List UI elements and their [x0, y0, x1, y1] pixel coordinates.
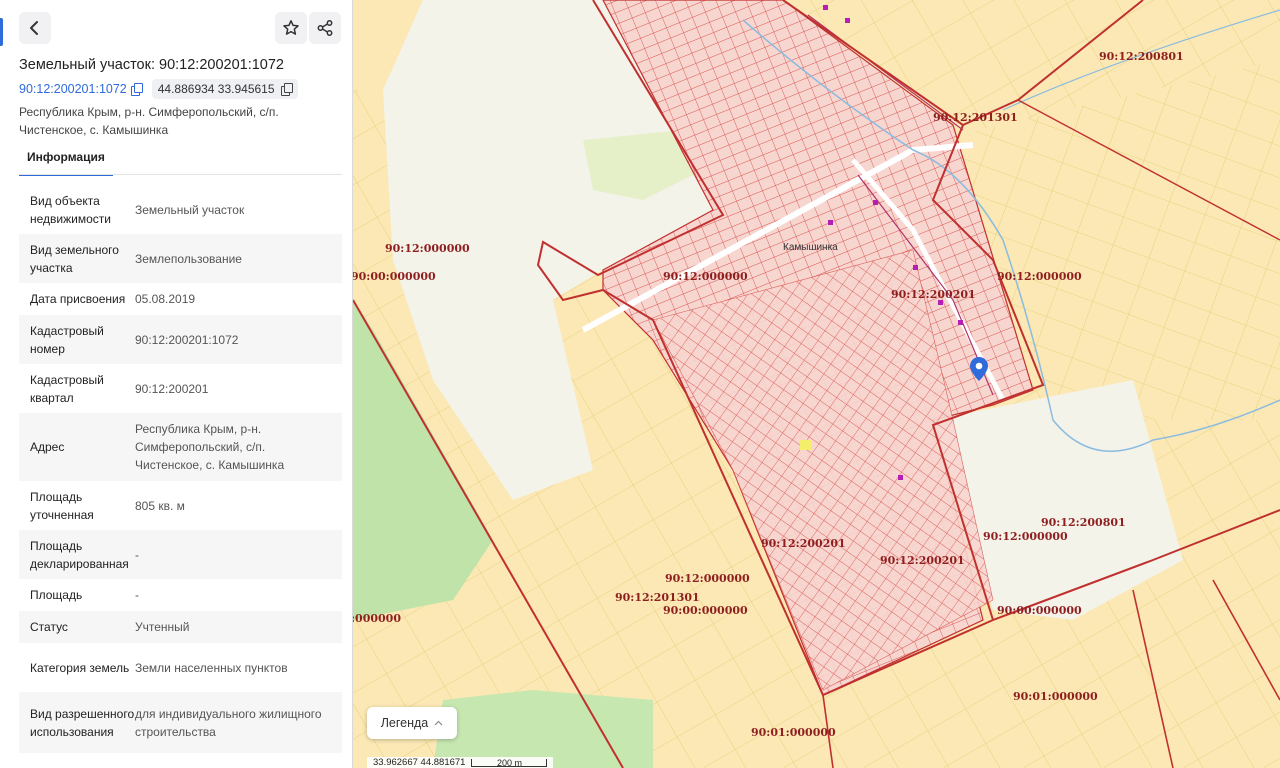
tab-divider [19, 174, 342, 175]
info-row: Кадастровый номер 90:12:200201:1072 [19, 315, 342, 364]
cadastral-quarter-label: 90:12:200201 [880, 554, 965, 567]
info-key: Площадь уточненная [30, 489, 94, 522]
cadastral-quarter-label: 90:12:200801 [1099, 50, 1184, 63]
cadastral-quarter-label: 90:12:000000 [665, 572, 750, 585]
info-key: Категория земель [30, 660, 130, 675]
cadastral-quarter-label: 90:12:201301 [933, 111, 1018, 124]
info-key: Кадастровый квартал [30, 372, 104, 405]
info-panel: Земельный участок: 90:12:200201:1072 90:… [0, 0, 353, 768]
info-value: - [135, 588, 139, 602]
star-icon [283, 20, 299, 35]
info-row: Площадь декларированная - [19, 530, 342, 579]
info-value: - [135, 547, 139, 562]
map-canvas[interactable] [353, 0, 1280, 768]
info-value: Землепользование [135, 251, 242, 266]
info-key: Площадь [30, 588, 83, 602]
cadastral-quarter-label: 90:00:000000 [997, 604, 1082, 617]
info-value: 90:12:200201:1072 [135, 332, 239, 347]
cadastral-quarter-label: 90:01:000000 [1013, 690, 1098, 703]
panel-topbar [0, 0, 352, 54]
info-key: Статус [30, 620, 68, 634]
legend-label: Легенда [380, 716, 429, 730]
info-value: Республика Крым, р-н. Симферопольский, с… [135, 422, 285, 472]
copy-icon[interactable] [280, 82, 293, 96]
info-row: Вид земельного участка Землепользование [19, 234, 342, 283]
tab-information[interactable]: Информация [19, 148, 113, 176]
settlement-name: Камышинка [783, 242, 838, 253]
info-key: Дата присвоения [30, 292, 126, 306]
building [845, 18, 850, 23]
copy-icon[interactable] [130, 82, 143, 96]
info-row: Вид разрешенного использования для индиви… [19, 692, 342, 753]
identifier-row: 90:12:200201:1072 44.886934 33.945615 [19, 79, 298, 99]
chevron-left-icon [30, 21, 38, 35]
scale-distance: 200 m [471, 758, 548, 767]
cadastral-quarter-label: 90:12:200201 [761, 537, 846, 550]
building [873, 200, 878, 205]
info-row: Дата присвоения 05.08.2019 [19, 283, 342, 315]
info-row: Площадь уточненная 805 кв. м [19, 481, 342, 530]
cadastral-number-text: 90:12:200201:1072 [19, 82, 127, 96]
info-key: Вид объекта недвижимости [30, 193, 111, 226]
building [898, 475, 903, 480]
info-row: Площадь - [19, 579, 342, 611]
cadastral-quarter-label: :000000 [353, 612, 401, 625]
info-value: Учтенный [135, 620, 190, 634]
cadastral-quarter-label: 90:12:200801 [1041, 516, 1126, 529]
cadastral-quarter-label: 90:01:000000 [751, 726, 836, 739]
back-button[interactable] [19, 12, 51, 44]
building [823, 5, 828, 10]
cadastral-quarter-label: 90:12:000000 [385, 242, 470, 255]
cadastral-number-link[interactable]: 90:12:200201:1072 [19, 82, 143, 96]
info-value: 05.08.2019 [135, 292, 196, 306]
share-button[interactable] [309, 12, 341, 44]
location-marker-icon[interactable] [970, 357, 988, 381]
building [828, 220, 833, 225]
info-value: Земельный участок [135, 202, 245, 217]
building [913, 265, 918, 270]
chevron-up-icon [434, 720, 443, 726]
cadastral-map[interactable]: 90:12:200801 90:12:201301 90:12:000000 90:0… [353, 0, 1280, 768]
info-key: Площадь декларированная [30, 538, 129, 571]
share-icon [317, 20, 333, 36]
scale-coordinates: 33.962667 44.881671 [373, 757, 466, 768]
info-key: Вид разрешенного использования [30, 706, 135, 739]
info-value: 90:12:200201 [135, 381, 209, 396]
building [958, 320, 963, 325]
info-row: Категория земель Земли населенных пунктов [19, 643, 342, 692]
cadastral-quarter-label: 90:00:000000 [353, 270, 436, 283]
cadastral-quarter-label: 90:12:000000 [983, 530, 1068, 543]
address-text: Республика Крым, р-н. Симферопольский, с… [19, 105, 279, 137]
cadastral-quarter-label: 90:12:200201 [891, 288, 976, 301]
page-title: Земельный участок: 90:12:200201:1072 [19, 57, 284, 73]
info-table: Вид объекта недвижимости Земельный участо… [19, 185, 342, 753]
info-value: 805 кв. м [135, 498, 185, 513]
coordinates-text: 44.886934 33.945615 [157, 82, 275, 96]
info-row: Адрес Республика Крым, р-н. Симферопольск… [19, 413, 342, 481]
info-key: Кадастровый номер [30, 323, 104, 356]
info-row: Кадастровый квартал 90:12:200201 [19, 364, 342, 413]
coordinates-chip[interactable]: 44.886934 33.945615 [151, 79, 298, 99]
info-value: для индивидуального жилищного строительс… [135, 706, 322, 739]
highlighted-parcel [800, 440, 812, 450]
cadastral-quarter-label: 90:12:000000 [663, 270, 748, 283]
info-value: Земли населенных пунктов [135, 660, 288, 675]
cadastral-quarter-label: 90:12:000000 [997, 270, 1082, 283]
info-key: Адрес [30, 440, 65, 454]
cadastral-quarter-label: 90:12:201301 [615, 591, 700, 604]
favorite-button[interactable] [275, 12, 307, 44]
info-key: Вид земельного участка [30, 242, 119, 275]
legend-button[interactable]: Легенда [367, 707, 457, 739]
info-row: Вид объекта недвижимости Земельный участо… [19, 185, 342, 234]
cadastral-quarter-label: 90:00:000000 [663, 604, 748, 617]
info-row: Статус Учтенный [19, 611, 342, 643]
scale-bar: 33.962667 44.881671 200 m [367, 757, 554, 768]
